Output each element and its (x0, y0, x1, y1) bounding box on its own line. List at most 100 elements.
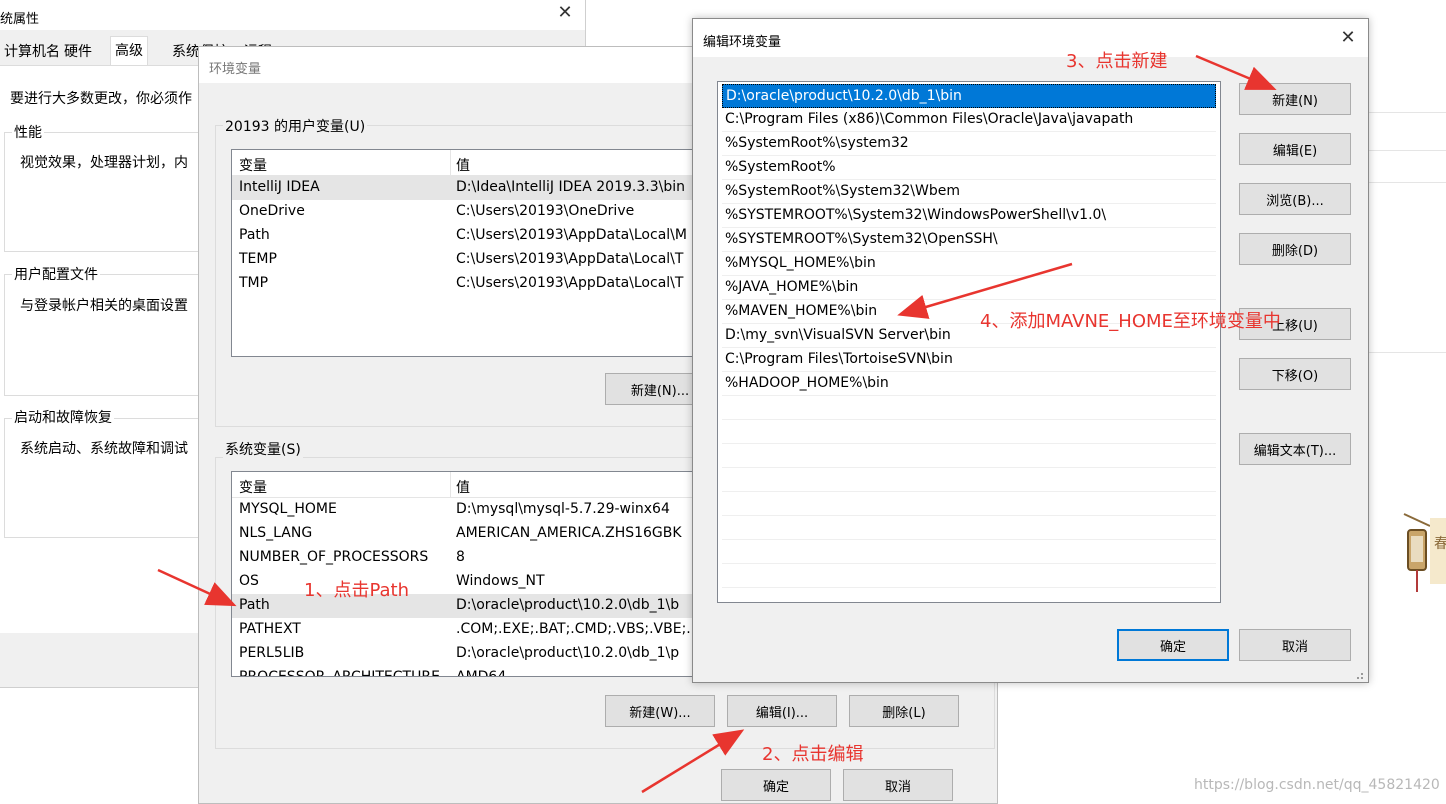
path-entry[interactable]: %HADOOP_HOME%\bin (722, 372, 1216, 396)
variable-value: .COM;.EXE;.BAT;.CMD;.VBS;.VBE;. (456, 621, 691, 637)
variable-value: C:\Users\20193\AppData\Local\M (456, 227, 687, 243)
edit-text-button[interactable]: 编辑文本(T)... (1239, 433, 1351, 465)
variable-name: OS (239, 573, 259, 589)
new-entry-button[interactable]: 新建(N) (1239, 83, 1351, 115)
profile-label: 用户配置文件 (12, 264, 100, 284)
tab-advanced[interactable]: 高级 (110, 36, 148, 66)
column-separator[interactable] (450, 472, 451, 498)
path-entry-text: %MAVEN_HOME%\bin (725, 303, 878, 319)
path-entry[interactable]: C:\Program Files\TortoiseSVN\bin (722, 348, 1216, 372)
move-down-button[interactable]: 下移(O) (1239, 358, 1351, 390)
empty-path-slot[interactable] (722, 444, 1216, 468)
variable-value: 8 (456, 549, 465, 565)
empty-path-slot[interactable] (722, 492, 1216, 516)
background-window-edge (1368, 150, 1446, 151)
watermark: https://blog.csdn.net/qq_45821420 (1194, 777, 1440, 793)
step1-annotation: 1、点击Path (304, 580, 409, 601)
edit-environment-variable-dialog: 编辑环境变量 ✕ D:\oracle\product\10.2.0\db_1\b… (692, 18, 1369, 683)
variable-name: PROCESSOR_ARCHITECTURE (239, 669, 440, 677)
empty-path-slot[interactable] (722, 516, 1216, 540)
variable-value: Windows_NT (456, 573, 545, 589)
path-entry[interactable]: C:\Program Files (x86)\Common Files\Orac… (722, 108, 1216, 132)
variable-name: PERL5LIB (239, 645, 305, 661)
system-new-button[interactable]: 新建(W)... (605, 695, 715, 727)
path-entry-text: %HADOOP_HOME%\bin (725, 375, 889, 391)
background-window-edge (1368, 182, 1446, 183)
close-icon[interactable]: ✕ (550, 2, 580, 23)
user-variables-label: 20193 的用户变量(U) (223, 116, 368, 136)
variable-name: PATHEXT (239, 621, 301, 637)
column-separator[interactable] (450, 150, 451, 176)
intro-text: 要进行大多数更改，你必须作 (10, 91, 192, 107)
column-header-value[interactable]: 值 (456, 155, 470, 175)
lantern-sticker-icon: 春 (1400, 508, 1446, 600)
dialog-title: 编辑环境变量 (703, 35, 782, 50)
step2-annotation: 2、点击编辑 (762, 744, 864, 765)
tab-hardware[interactable]: 硬件 (60, 38, 96, 64)
ok-button[interactable]: 确定 (721, 769, 831, 801)
system-delete-button[interactable]: 删除(L) (849, 695, 959, 727)
system-variables-label: 系统变量(S) (223, 439, 303, 459)
dialog-cancel-button[interactable]: 取消 (1239, 629, 1351, 661)
variable-name: IntelliJ IDEA (239, 179, 320, 195)
variable-name: MYSQL_HOME (239, 501, 337, 517)
empty-path-slot[interactable] (722, 468, 1216, 492)
column-header-variable[interactable]: 变量 (239, 477, 267, 497)
tab-computer-name[interactable]: 计算机名 (0, 38, 64, 64)
edit-dialog-titlebar: 编辑环境变量 ✕ (693, 19, 1368, 57)
column-header-value[interactable]: 值 (456, 477, 470, 497)
performance-group (4, 132, 224, 252)
system-edit-button[interactable]: 编辑(I)... (727, 695, 837, 727)
path-entry[interactable]: %SystemRoot%\System32\Wbem (722, 180, 1216, 204)
startup-group (4, 418, 224, 538)
background-window-edge (1368, 112, 1446, 113)
variable-name: Path (239, 597, 270, 613)
resize-grip-icon[interactable] (1353, 669, 1365, 681)
path-entry[interactable]: %MYSQL_HOME%\bin (722, 252, 1216, 276)
variable-name: TMP (239, 275, 269, 291)
path-entry-text: %JAVA_HOME%\bin (725, 279, 859, 295)
step3-annotation: 3、点击新建 (1066, 51, 1168, 72)
performance-label: 性能 (12, 122, 44, 142)
cancel-button[interactable]: 取消 (843, 769, 953, 801)
variable-value: C:\Users\20193\AppData\Local\T (456, 275, 684, 291)
column-header-variable[interactable]: 变量 (239, 155, 267, 175)
empty-path-slot[interactable] (722, 540, 1216, 564)
path-entry[interactable]: %SystemRoot%\system32 (722, 132, 1216, 156)
step4-annotation: 4、添加MAVNE_HOME至环境变量中 (980, 311, 1281, 332)
empty-path-slot[interactable] (722, 420, 1216, 444)
edit-entry-button[interactable]: 编辑(E) (1239, 133, 1351, 165)
path-entry[interactable]: %SystemRoot% (722, 156, 1216, 180)
path-entry[interactable]: %SYSTEMROOT%\System32\OpenSSH\ (722, 228, 1216, 252)
path-entry-text: %SystemRoot%\System32\Wbem (725, 183, 960, 199)
path-entry-text: %SystemRoot%\system32 (725, 135, 909, 151)
browse-button[interactable]: 浏览(B)... (1239, 183, 1351, 215)
svg-text:春: 春 (1434, 536, 1446, 552)
performance-text: 视觉效果，处理器计划，内 (20, 155, 188, 171)
path-entry-text: %SYSTEMROOT%\System32\OpenSSH\ (725, 231, 998, 247)
variable-name: OneDrive (239, 203, 305, 219)
path-entry-text: %SYSTEMROOT%\System32\WindowsPowerShell\… (725, 207, 1107, 223)
variable-value: AMD64 (456, 669, 507, 677)
startup-label: 启动和故障恢复 (12, 407, 114, 427)
background-window-edge (1368, 352, 1446, 353)
path-entry[interactable]: D:\oracle\product\10.2.0\db_1\bin (722, 84, 1216, 108)
empty-path-slot[interactable] (722, 564, 1216, 588)
system-properties-titlebar: 统属性 ✕ (0, 0, 585, 30)
path-entry[interactable]: %JAVA_HOME%\bin (722, 276, 1216, 300)
path-entries-list[interactable]: D:\oracle\product\10.2.0\db_1\bin C:\Prog… (717, 81, 1221, 603)
empty-path-slot[interactable] (722, 396, 1216, 420)
delete-entry-button[interactable]: 删除(D) (1239, 233, 1351, 265)
window-title: 环境变量 (209, 62, 262, 77)
variable-name: Path (239, 227, 270, 243)
variable-name: NUMBER_OF_PROCESSORS (239, 549, 429, 565)
path-entry-text: C:\Program Files (x86)\Common Files\Orac… (725, 111, 1134, 127)
variable-value: C:\Users\20193\AppData\Local\T (456, 251, 684, 267)
dialog-ok-button[interactable]: 确定 (1117, 629, 1229, 661)
path-entry[interactable]: %SYSTEMROOT%\System32\WindowsPowerShell\… (722, 204, 1216, 228)
close-icon[interactable]: ✕ (1333, 27, 1363, 48)
variable-value: D:\oracle\product\10.2.0\db_1\p (456, 645, 680, 661)
variable-value: D:\Idea\IntelliJ IDEA 2019.3.3\bin (456, 179, 685, 195)
path-entry-text: %SystemRoot% (725, 159, 836, 175)
variable-value: D:\oracle\product\10.2.0\db_1\b (456, 597, 680, 613)
